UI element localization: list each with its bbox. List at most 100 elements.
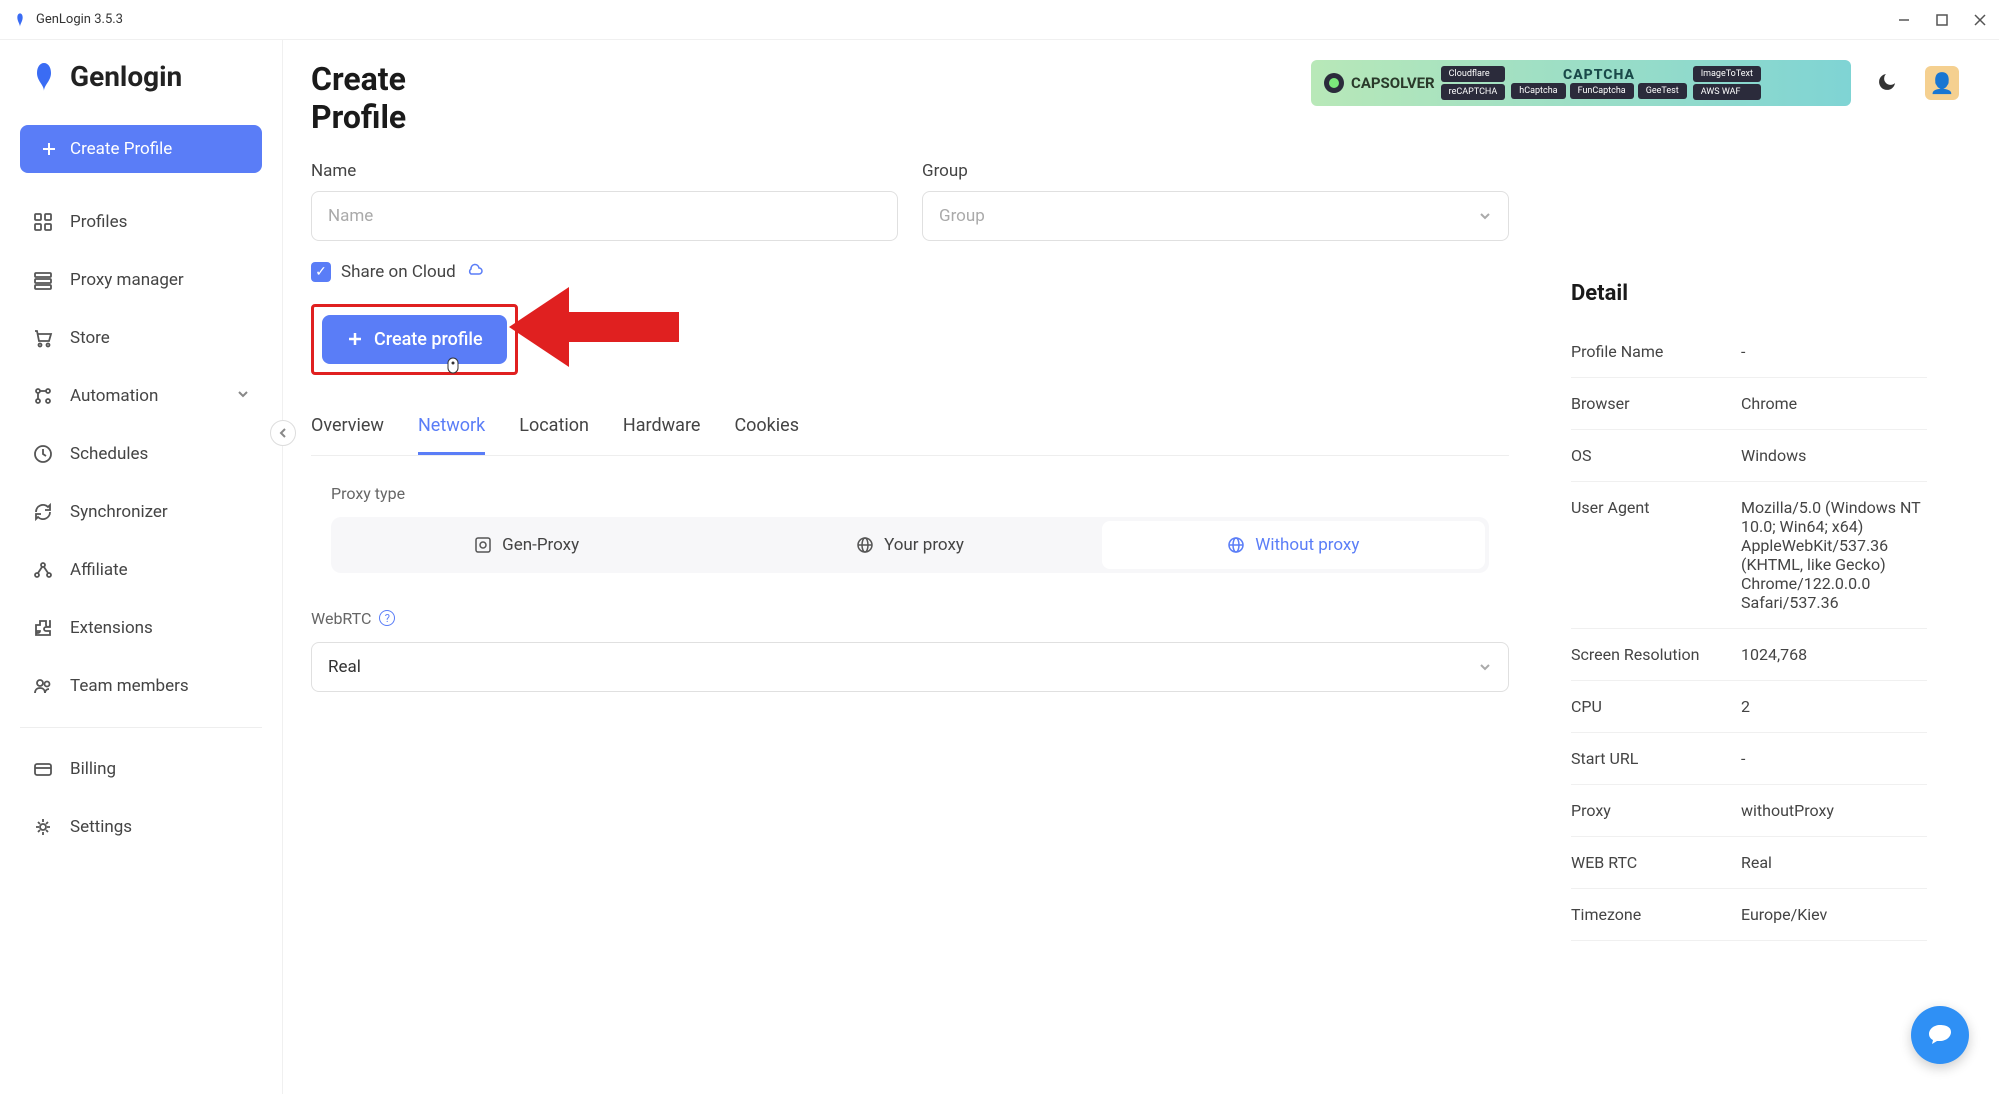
divider (20, 727, 262, 728)
proxy-option-without[interactable]: Without proxy (1102, 521, 1485, 569)
webrtc-value: Real (328, 657, 361, 677)
banner-chip: reCAPTCHA (1441, 84, 1506, 100)
sync-icon (32, 501, 54, 523)
sidebar-item-synchronizer[interactable]: Synchronizer (20, 487, 262, 537)
tab-cookies[interactable]: Cookies (734, 405, 799, 455)
theme-toggle-button[interactable] (1875, 70, 1901, 96)
proxy-type-options: Gen-Proxy Your proxy Without proxy (331, 517, 1489, 573)
webrtc-label: WebRTC ? (311, 609, 1509, 628)
chevron-down-icon (236, 386, 250, 406)
card-icon (32, 758, 54, 780)
create-profile-label: Create profile (374, 329, 483, 350)
close-button[interactable] (1973, 13, 1987, 27)
detail-row: ProxywithoutProxy (1571, 785, 1927, 837)
detail-row: BrowserChrome (1571, 378, 1927, 430)
detail-title: Detail (1571, 281, 1927, 306)
sidebar-item-schedules[interactable]: Schedules (20, 429, 262, 479)
page-title: CreateProfile (311, 60, 406, 137)
chat-button[interactable] (1911, 1006, 1969, 1064)
cart-icon (32, 327, 54, 349)
tab-hardware[interactable]: Hardware (623, 405, 701, 455)
name-input[interactable] (311, 191, 898, 241)
detail-panel: Detail Profile Name- BrowserChrome OSWin… (1539, 161, 1959, 961)
brand: Genlogin (20, 56, 262, 97)
proxy-option-your[interactable]: Your proxy (718, 521, 1101, 569)
tab-overview[interactable]: Overview (311, 405, 384, 455)
sidebar-create-profile-button[interactable]: Create Profile (20, 125, 262, 173)
nav-label: Synchronizer (70, 502, 168, 522)
collapse-sidebar-button[interactable] (270, 420, 296, 446)
chevron-down-icon (1478, 660, 1492, 674)
sidebar-item-extensions[interactable]: Extensions (20, 603, 262, 653)
red-arrow-annotation (509, 277, 689, 387)
moon-icon (1875, 70, 1899, 94)
affiliate-icon (32, 559, 54, 581)
banner-chip: ImageToText (1693, 66, 1761, 82)
nav-label: Extensions (70, 618, 153, 638)
sidebar-item-automation[interactable]: Automation (20, 371, 262, 421)
create-profile-button[interactable]: Create profile (322, 315, 507, 364)
nav-label: Store (70, 328, 110, 348)
minimize-button[interactable] (1897, 13, 1911, 27)
share-cloud-checkbox[interactable]: ✓ (311, 262, 331, 282)
sidebar-item-affiliate[interactable]: Affiliate (20, 545, 262, 595)
main-content: CreateProfile CAPSOLVER Cloudflare reCAP… (283, 40, 1999, 1094)
sidebar-item-team-members[interactable]: Team members (20, 661, 262, 711)
sidebar-create-label: Create Profile (70, 139, 172, 159)
plus-icon (40, 140, 58, 158)
app-icon (12, 12, 28, 28)
server-icon (32, 269, 54, 291)
proxy-opt-label: Without proxy (1255, 535, 1359, 555)
plus-icon (346, 330, 364, 348)
nav-label: Team members (70, 676, 189, 696)
banner-chip: FunCaptcha (1570, 83, 1634, 99)
group-label: Group (922, 161, 1509, 181)
capsolver-banner[interactable]: CAPSOLVER Cloudflare reCAPTCHA CAPTCHA h… (1311, 60, 1851, 106)
titlebar: GenLogin 3.5.3 (0, 0, 1999, 40)
sidebar-item-store[interactable]: Store (20, 313, 262, 363)
globe-off-icon (1227, 536, 1245, 554)
detail-row: User AgentMozilla/5.0 (Windows NT 10.0; … (1571, 482, 1927, 629)
cloud-icon (466, 261, 484, 284)
proxy-opt-label: Gen-Proxy (502, 535, 579, 555)
globe-icon (856, 536, 874, 554)
sidebar: Genlogin Create Profile Profiles Proxy m… (0, 40, 283, 1094)
maximize-button[interactable] (1935, 13, 1949, 27)
name-label: Name (311, 161, 898, 181)
brand-name: Genlogin (70, 60, 182, 93)
banner-chip: hCaptcha (1511, 83, 1565, 99)
chevron-down-icon (1478, 209, 1492, 223)
proxy-option-gen[interactable]: Gen-Proxy (335, 521, 718, 569)
user-avatar[interactable]: 👤 (1925, 66, 1959, 100)
nav-label: Affiliate (70, 560, 128, 580)
puzzle-icon (32, 617, 54, 639)
proxy-type-label: Proxy type (331, 484, 1489, 503)
capsolver-logo: CAPSOLVER (1323, 72, 1435, 94)
share-cloud-label: Share on Cloud (341, 262, 456, 282)
banner-chip: GeeTest (1638, 83, 1687, 99)
titlebar-title: GenLogin 3.5.3 (36, 12, 123, 27)
banner-center: CAPTCHA (1563, 67, 1635, 83)
webrtc-select[interactable]: Real (311, 642, 1509, 692)
proxy-opt-label: Your proxy (884, 535, 964, 555)
detail-row: OSWindows (1571, 430, 1927, 482)
gen-proxy-icon (474, 536, 492, 554)
nav-label: Proxy manager (70, 270, 184, 290)
group-select[interactable]: Group (922, 191, 1509, 241)
chat-icon (1926, 1021, 1954, 1049)
tab-location[interactable]: Location (519, 405, 589, 455)
tab-network[interactable]: Network (418, 405, 485, 455)
nav-label: Profiles (70, 212, 127, 232)
info-icon[interactable]: ? (379, 610, 395, 626)
sidebar-item-proxy-manager[interactable]: Proxy manager (20, 255, 262, 305)
sidebar-item-profiles[interactable]: Profiles (20, 197, 262, 247)
tabs: Overview Network Location Hardware Cooki… (311, 405, 1509, 456)
sidebar-item-billing[interactable]: Billing (20, 744, 262, 794)
clock-icon (32, 443, 54, 465)
nav-label: Automation (70, 386, 158, 406)
banner-chip: AWS WAF (1693, 84, 1761, 100)
nav-label: Settings (70, 817, 132, 837)
nav-label: Schedules (70, 444, 148, 464)
sidebar-item-settings[interactable]: Settings (20, 802, 262, 852)
detail-row: Screen Resolution1024,768 (1571, 629, 1927, 681)
